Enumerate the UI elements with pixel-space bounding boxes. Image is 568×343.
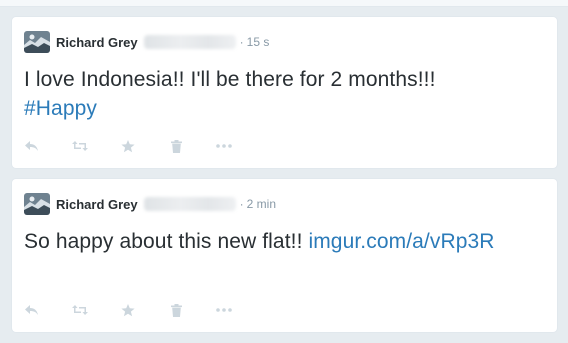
url-link[interactable]: imgur.com/a/vRp3R bbox=[308, 230, 494, 253]
avatar[interactable] bbox=[24, 193, 50, 215]
tweet-card[interactable]: Richard Grey · 2 min So happy about this… bbox=[11, 178, 558, 333]
reply-icon[interactable] bbox=[24, 302, 40, 318]
blurred-username bbox=[143, 197, 236, 211]
favorite-icon[interactable] bbox=[120, 302, 136, 318]
retweet-icon[interactable] bbox=[72, 302, 88, 318]
favorite-icon[interactable] bbox=[120, 138, 136, 154]
tweet-header: Richard Grey · 2 min bbox=[24, 193, 276, 215]
tweet-body: I love Indonesia!! I'll be there for 2 m… bbox=[24, 68, 436, 91]
more-icon[interactable] bbox=[216, 302, 232, 318]
timestamp[interactable]: 2 min bbox=[247, 197, 276, 211]
author-name[interactable]: Richard Grey bbox=[56, 35, 138, 50]
separator-dot: · bbox=[239, 197, 244, 211]
separator-dot: · bbox=[239, 35, 244, 49]
timeline-top-bar bbox=[0, 0, 568, 7]
more-icon[interactable] bbox=[216, 138, 232, 154]
avatar[interactable] bbox=[24, 31, 50, 53]
tweet-actions bbox=[24, 138, 264, 154]
tweet-card[interactable]: Richard Grey · 15 s I love Indonesia!! I… bbox=[11, 16, 558, 169]
tweet-text: So happy about this new flat!! imgur.com… bbox=[24, 227, 544, 256]
blurred-username bbox=[143, 35, 236, 49]
tweet-text: I love Indonesia!! I'll be there for 2 m… bbox=[24, 65, 544, 123]
timestamp[interactable]: 15 s bbox=[247, 35, 270, 49]
tweet-body: So happy about this new flat!! bbox=[24, 230, 309, 253]
tweet-header: Richard Grey · 15 s bbox=[24, 31, 269, 53]
hashtag-link[interactable]: #Happy bbox=[24, 97, 97, 120]
tweet-actions bbox=[24, 302, 264, 318]
delete-icon[interactable] bbox=[168, 138, 184, 154]
retweet-icon[interactable] bbox=[72, 138, 88, 154]
reply-icon[interactable] bbox=[24, 138, 40, 154]
author-name[interactable]: Richard Grey bbox=[56, 197, 138, 212]
delete-icon[interactable] bbox=[168, 302, 184, 318]
